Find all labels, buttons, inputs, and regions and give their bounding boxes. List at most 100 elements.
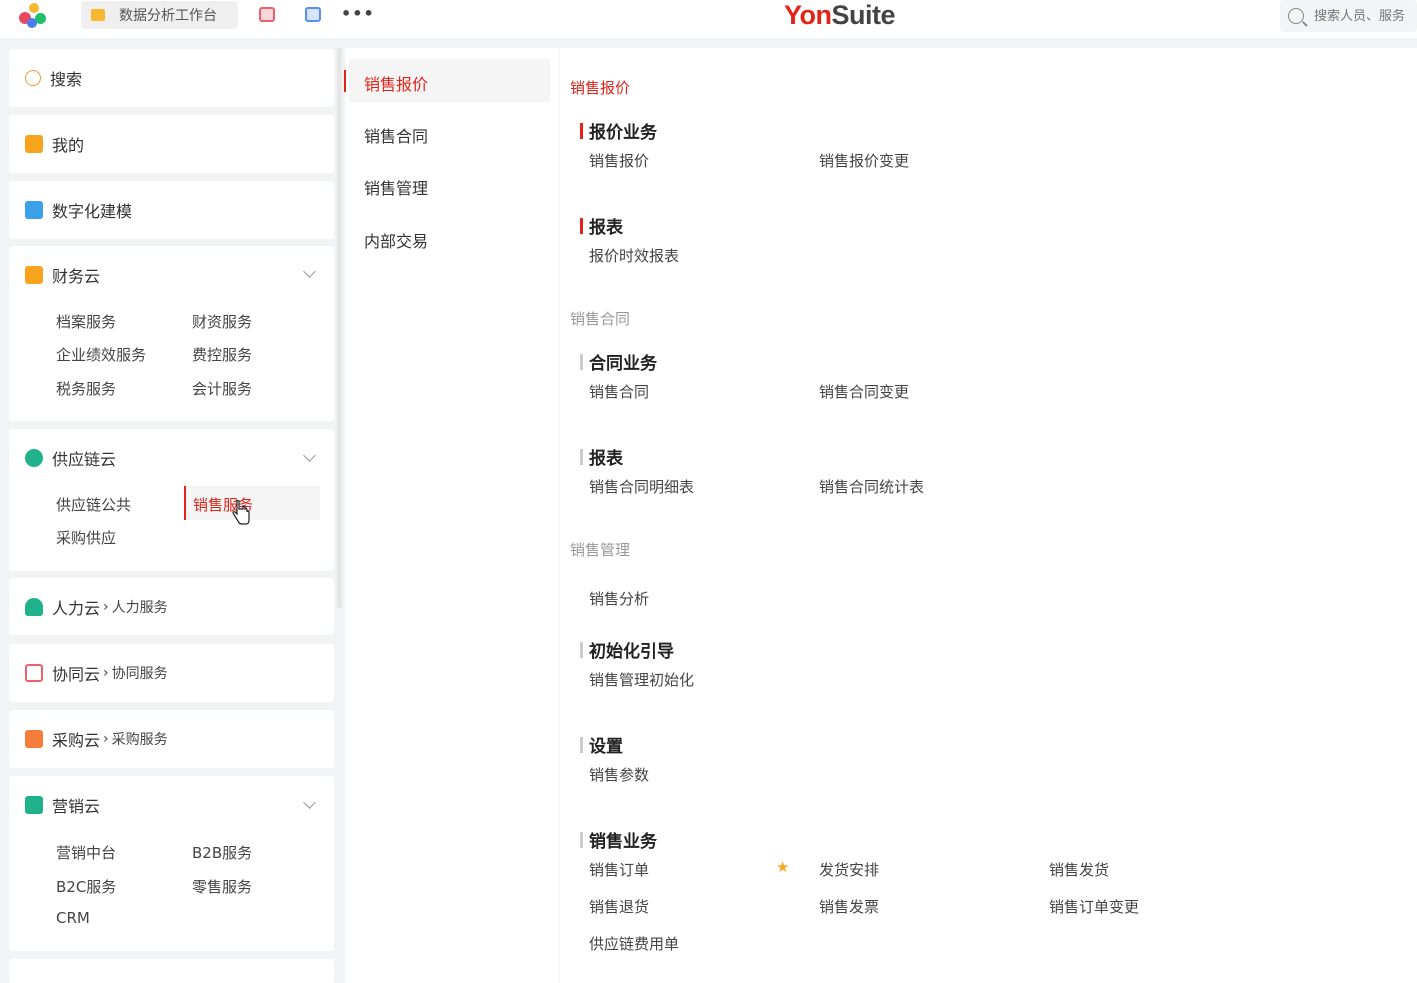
marketing-item-b2c[interactable]: B2C服务 [56,876,116,897]
link-sales-return[interactable]: 销售退货 [589,896,649,917]
group-title: 报价业务 [589,123,657,143]
group-title: 初始化引导 [589,642,674,662]
collab-cloud-title: 协同云 [52,665,101,684]
supply-cloud-header[interactable]: 供应链云 [25,429,116,487]
app-shortcut-red-icon[interactable] [259,7,275,22]
group-title: 合同业务 [589,354,657,374]
bar-chart-icon [25,796,43,814]
link-supply-chain-expense[interactable]: 供应链费用单 [589,933,679,954]
finance-item-treasury[interactable]: 财资服务 [192,311,252,332]
group-indicator [580,217,583,234]
marketing-item-crm[interactable]: CRM [56,909,90,927]
link-sales-contract-change[interactable]: 销售合同变更 [819,381,909,402]
chevron-down-icon[interactable] [303,796,316,809]
finance-icon [25,266,43,284]
finance-item-expense[interactable]: 费控服务 [192,344,252,365]
link-sales-order-change[interactable]: 销售订单变更 [1049,896,1139,917]
brand-logo: YonSuite [784,0,896,30]
chevron-down-icon[interactable] [303,265,316,278]
link-sales-quote-change[interactable]: 销售报价变更 [819,150,909,171]
app-logo-icon[interactable] [19,3,47,29]
marketing-item-center[interactable]: 营销中台 [56,842,116,863]
sidebar-scrollbar[interactable] [337,48,342,608]
sidebar-mine-label: 我的 [52,136,85,155]
finance-item-tax[interactable]: 税务服务 [56,378,116,399]
link-delivery-arrangement[interactable]: 发货安排 [819,859,879,880]
group-title: 设置 [589,737,623,757]
marketing-item-b2b[interactable]: B2B服务 [192,842,252,863]
sidebar-marketing-cloud: 营销云 营销中台 B2B服务 B2C服务 零售服务 CRM [9,776,334,951]
app-shortcut-blue-icon[interactable] [305,7,321,22]
workbench-icon [91,9,105,21]
finance-item-archive[interactable]: 档案服务 [56,311,116,332]
supply-item-purchase[interactable]: 采购供应 [56,527,116,548]
link-sales-order[interactable]: 销售订单 [589,859,649,880]
group-indicator [580,353,583,370]
global-search[interactable] [1280,0,1417,32]
category-sales-quote[interactable]: 销售报价 [364,71,428,95]
group-indicator [580,736,583,753]
search-icon [25,70,41,86]
finance-item-performance[interactable]: 企业绩效服务 [56,344,146,365]
group-sales-business: 销售业务 [580,827,657,852]
group-indicator [580,831,583,848]
link-sales-analysis[interactable]: 销售分析 [589,588,649,609]
section-title-sales-management: 销售管理 [570,541,631,559]
finance-cloud-header[interactable]: 财务云 [25,246,100,304]
more-icon[interactable]: ••• [341,4,375,23]
link-sales-quote[interactable]: 销售报价 [589,150,649,171]
group-indicator [580,448,583,465]
sidebar-mine[interactable]: 我的 [9,115,334,173]
global-search-input[interactable] [1314,8,1417,24]
marketing-cloud-title: 营销云 [52,797,101,816]
link-sales-contract-statistics[interactable]: 销售合同统计表 [819,476,924,497]
person-icon [25,598,43,616]
favorite-star-icon[interactable]: ★ [776,858,789,876]
group-init-guide: 初始化引导 [580,637,674,662]
link-quote-timeliness-report[interactable]: 报价时效报表 [589,245,679,266]
link-sales-delivery[interactable]: 销售发货 [1049,859,1109,880]
finance-cloud-title: 财务云 [52,267,101,286]
group-quote-report: 报表 [580,213,623,238]
group-title: 销售业务 [589,832,657,852]
tab-label: 数据分析工作台 [119,8,217,24]
link-sales-management-init[interactable]: 销售管理初始化 [589,669,694,690]
modeling-icon [25,201,43,219]
sidebar-finance-cloud: 财务云 档案服务 财资服务 企业绩效服务 费控服务 税务服务 会计服务 [9,246,334,421]
purchase-cloud-sub: 采购服务 [111,732,168,748]
sidebar-purchase-cloud[interactable]: 采购云 › 采购服务 [9,710,334,768]
group-indicator [580,122,583,139]
sidebar-hr-cloud[interactable]: 人力云 › 人力服务 [9,578,334,635]
finance-item-accounting[interactable]: 会计服务 [192,378,252,399]
marketing-item-retail[interactable]: 零售服务 [192,876,252,897]
group-quote-business: 报价业务 [580,118,657,143]
category-active-indicator [344,70,346,92]
collab-cloud-sub: 协同服务 [111,666,168,682]
link-sales-invoice[interactable]: 销售发票 [819,896,879,917]
marketing-cloud-header[interactable]: 营销云 [25,776,100,834]
category-internal-trade[interactable]: 内部交易 [364,228,428,252]
category-sales-contract[interactable]: 销售合同 [364,123,428,147]
link-sales-contract[interactable]: 销售合同 [589,381,649,402]
sidebar-modeling[interactable]: 数字化建模 [9,181,334,239]
supply-cloud-title: 供应链云 [52,450,117,469]
tab-data-analysis-workbench[interactable]: 数据分析工作台 [81,1,238,29]
link-sales-contract-detail[interactable]: 销售合同明细表 [589,476,694,497]
category-sales-management[interactable]: 销售管理 [364,175,428,199]
sidebar-search[interactable]: 搜索 [9,49,334,107]
search-icon [1288,8,1304,24]
chevron-down-icon[interactable] [303,449,316,462]
supply-item-common[interactable]: 供应链公共 [56,494,131,515]
link-sales-parameters[interactable]: 销售参数 [589,764,649,785]
hr-cloud-title: 人力云 [52,599,101,618]
sidebar-supply-cloud: 供应链云 供应链公共 销售服务 采购供应 [9,429,334,571]
sidebar-collab-cloud[interactable]: 协同云 › 协同服务 [9,644,334,702]
service-content: 销售报价 报价业务 销售报价 销售报价变更 报表 报价时效报表 销售合同 合同业… [560,48,1417,983]
group-indicator [580,641,583,658]
purchase-cloud-title: 采购云 [52,731,101,750]
top-bar: 数据分析工作台 ••• YonSuite [0,0,1417,38]
section-title-sales-quote: 销售报价 [570,79,631,97]
group-contract-report: 报表 [580,444,623,469]
sidebar-search-label: 搜索 [50,70,83,89]
category-column: 销售报价 销售合同 销售管理 内部交易 [344,48,559,983]
